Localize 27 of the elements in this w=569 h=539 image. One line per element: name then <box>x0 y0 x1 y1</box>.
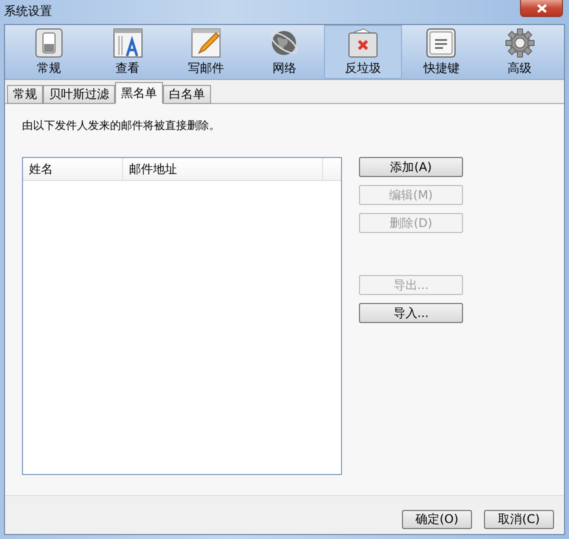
tab[interactable]: 贝叶斯过滤 <box>43 85 115 104</box>
window-title: 系统设置 <box>4 2 52 20</box>
toolbar-button[interactable]: 快捷键 <box>402 25 481 79</box>
toolbar-button[interactable]: 高级 <box>480 25 559 79</box>
trash-icon <box>348 28 378 58</box>
tab[interactable]: 常规 <box>7 85 43 104</box>
close-icon <box>536 4 546 12</box>
toolbar-button[interactable]: 查看 <box>88 25 167 79</box>
toolbar-button[interactable]: 常规 <box>10 25 88 79</box>
dialog-button[interactable]: 取消(C) <box>484 510 554 528</box>
settings-icon <box>504 28 535 58</box>
action-button[interactable]: 添加(A) <box>359 157 463 177</box>
pencil-paper-icon <box>191 28 222 58</box>
tab[interactable]: 黑名单 <box>115 82 163 104</box>
toolbar-button[interactable]: 写邮件 <box>166 25 246 79</box>
document-icon <box>112 28 143 58</box>
column-header[interactable]: 邮件地址 <box>123 158 323 180</box>
column-header[interactable]: 姓名 <box>23 158 123 180</box>
toolbar-button[interactable]: 网络 <box>245 25 324 79</box>
dialog-button[interactable]: 确定(O) <box>402 510 472 528</box>
sender-list[interactable]: 姓名 邮件地址 <box>22 157 342 475</box>
action-button[interactable]: 导入... <box>359 303 463 323</box>
toolbar-button[interactable]: 反垃圾 <box>324 25 402 79</box>
description-text: 由以下发件人发来的邮件将被直接删除。 <box>22 118 221 133</box>
close-button[interactable] <box>520 0 563 17</box>
switch-icon <box>35 28 64 58</box>
tab[interactable]: 白名单 <box>163 85 211 104</box>
